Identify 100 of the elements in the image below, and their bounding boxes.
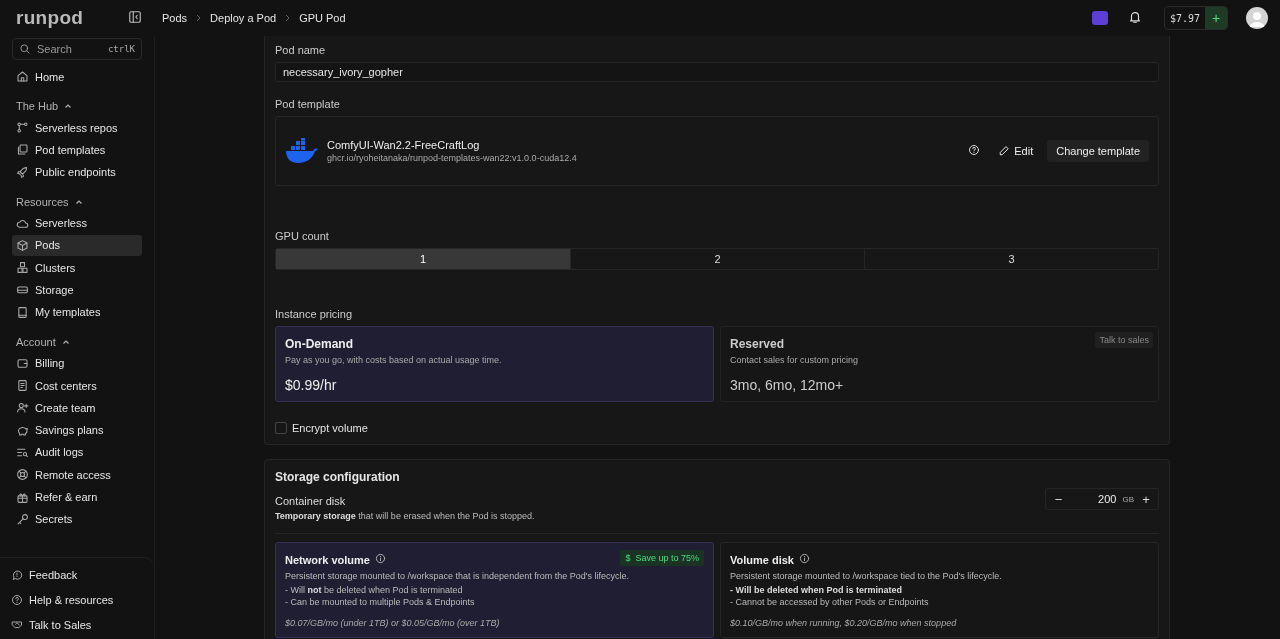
brand-logo[interactable]: runpod (16, 7, 118, 29)
stacked-pages-icon (16, 143, 29, 157)
checkbox-label: Encrypt volume (292, 422, 368, 434)
volume-option[interactable] (720, 542, 1159, 638)
sidebar-toggle-icon (128, 9, 142, 24)
option-description: Pay as you go, with costs based on actual usage time. (285, 355, 503, 365)
disk-size-input[interactable]: 200 (1066, 493, 1123, 505)
field-description: Temporary storage that will be erased when the Pod is stopped. (275, 511, 535, 521)
info-icon (374, 553, 386, 564)
segment-option[interactable]: 3 (864, 249, 1158, 269)
breadcrumb[interactable]: GPU Pod (299, 12, 346, 24)
nav-item[interactable]: Savings plans (12, 419, 142, 441)
bell-icon (1127, 9, 1142, 24)
pricing-option[interactable]: On-Demand Pay as you go, with costs based on actual usage time. $0.99/hr (275, 326, 714, 402)
section-header[interactable]: Resources (12, 190, 87, 213)
nav-item[interactable]: Serverless repos (12, 117, 142, 138)
footer-link[interactable]: Talk to Sales (6, 614, 148, 635)
search-icon (19, 43, 31, 55)
field-label: Pod template (275, 98, 341, 110)
nav-item[interactable]: My templates (12, 301, 142, 323)
nav-item[interactable]: Home (12, 66, 142, 87)
lifebuoy-icon (16, 468, 29, 482)
disk-size-stepper[interactable]: − 200 GB + (1045, 488, 1159, 510)
option-price: $0.99/hr (285, 377, 338, 393)
feature-line: - Can be mounted to multiple Pods & Endpoints (285, 596, 476, 608)
pricing-option[interactable]: Reserved Contact sales for custom pricing 3mo, 6mo, 12mo+ Talk to sales (720, 326, 1159, 402)
nav-item[interactable]: Clusters (12, 257, 142, 279)
shortcut-hint: ctrlK (107, 44, 135, 54)
rocket-icon (16, 165, 29, 179)
add-funds-button[interactable]: + (1205, 7, 1227, 29)
feature-line: - Will not be deleted when Pod is terminated (285, 584, 464, 596)
section-header[interactable]: The Hub (12, 95, 77, 117)
footer-link[interactable]: Feedback (6, 564, 148, 585)
book-icon (16, 305, 29, 319)
nav-item[interactable]: Secrets (12, 508, 142, 530)
field-label: Pod name (275, 44, 327, 56)
option-price: $0.07/GB/mo (under 1TB) or $0.05/GB/mo (over 1TB) (285, 618, 501, 628)
message-alert-icon (11, 568, 23, 581)
decrement-button[interactable]: − (1050, 491, 1067, 507)
breadcrumb[interactable]: Deploy a Pod (210, 12, 277, 24)
option-title: Volume disk (730, 554, 794, 566)
field-label: GPU count (275, 230, 330, 242)
volume-option[interactable] (275, 542, 714, 638)
savings-badge: $ Save up to 75% (620, 550, 704, 566)
footer-link[interactable]: Help & resources (6, 589, 148, 610)
option-title: On-Demand (285, 337, 353, 351)
document-icon (16, 379, 29, 393)
change-template-button[interactable]: Change template (1047, 140, 1149, 162)
unit-label: GB (1122, 494, 1134, 504)
increment-button[interactable]: + (1138, 491, 1154, 507)
key-icon (16, 512, 29, 526)
option-price: 3mo, 6mo, 12mo+ (730, 377, 845, 393)
feature-line: - Cannot be accessed by other Pods or Endpoints (730, 596, 930, 608)
search-input[interactable]: Search (37, 43, 102, 55)
option-description: Persistent storage mounted to /workspace tied to the Pod's lifecycle. (730, 571, 1003, 581)
section-header[interactable]: Account (12, 330, 74, 353)
option-price: $0.10/GB/mo when running, $0.20/GB/mo when stopped (730, 618, 958, 628)
chevron-right-icon (284, 14, 292, 22)
segment-option[interactable]: 2 (570, 249, 864, 269)
checkbox[interactable] (275, 422, 287, 434)
breadcrumb[interactable]: Pods (162, 12, 188, 24)
nav-item[interactable]: Create team (12, 397, 142, 419)
nav-item[interactable]: Storage (12, 279, 142, 301)
avatar[interactable] (1246, 7, 1268, 29)
template-name: ComfyUI-Wan2.2-FreeCraftLog (327, 139, 481, 151)
house-icon (16, 70, 29, 83)
nav-item[interactable]: Cost centers (12, 375, 142, 397)
cubes-icon (16, 261, 29, 275)
nav-item[interactable]: Public endpoints (12, 161, 142, 183)
whale-icon (285, 138, 319, 164)
cube-icon (16, 238, 29, 252)
section-title: Storage configuration (275, 470, 401, 484)
info-icon (799, 553, 810, 564)
field-label: Container disk (275, 495, 347, 507)
pod-name-input[interactable]: necessary_ivory_gopher (275, 62, 1159, 82)
balance-amount: $7.97 (1168, 11, 1201, 26)
pencil-icon (998, 145, 1011, 157)
nav-item[interactable]: Audit logs (12, 441, 142, 463)
option-description: Contact sales for custom pricing (730, 355, 860, 365)
nav-item[interactable]: Pods (12, 234, 142, 256)
nav-item[interactable]: Pod templates (12, 139, 142, 161)
chevron-right-icon (195, 14, 203, 22)
help-icon (11, 593, 23, 606)
talk-to-sales-button[interactable]: Talk to sales (1095, 332, 1153, 348)
nav-item[interactable]: Remote access (12, 464, 142, 486)
user-plus-icon (16, 401, 29, 415)
chevron-icon (64, 102, 73, 110)
help-icon (968, 143, 981, 156)
segment-option[interactable]: 1 (276, 249, 570, 269)
nav-item[interactable]: Serverless (12, 212, 142, 234)
nodes-icon (16, 121, 29, 134)
nav-item[interactable]: Billing (12, 352, 142, 374)
edit-button[interactable]: Edit (992, 141, 1040, 161)
gift-icon (16, 490, 29, 504)
option-title: Reserved (730, 337, 785, 351)
template-image: ghcr.io/ryoheitanaka/runpod-templates-wan22:v1.0.0-cuda12.4 (327, 153, 578, 163)
search-field[interactable]: Search ctrlK (12, 38, 142, 60)
option-description: Persistent storage mounted to /workspace that is independent from the Pod's lifecycle. (285, 571, 630, 581)
wallet-icon (16, 356, 29, 370)
nav-item[interactable]: Refer & earn (12, 486, 142, 508)
